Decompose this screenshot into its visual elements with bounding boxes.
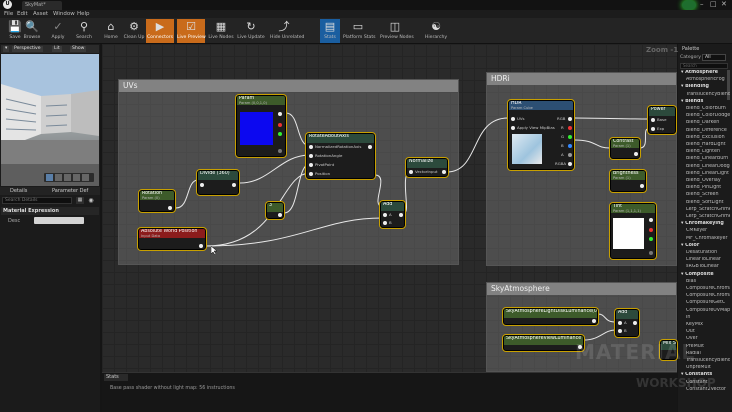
category-select[interactable]: All: [702, 54, 726, 61]
stats-panel: [102, 372, 677, 412]
node-param[interactable]: Param Param (0,0,1,0): [236, 95, 286, 157]
palette-item[interactable]: LinearToLinear: [686, 257, 730, 262]
palette-item[interactable]: Blend_LinearBurn: [686, 156, 730, 161]
palette-item[interactable]: MF_Chromakeyer: [686, 236, 730, 241]
node-add-sky[interactable]: Add A B: [615, 309, 639, 337]
palette-item[interactable]: Blend_Difference: [686, 128, 730, 133]
palette-item[interactable]: Blend_Screen: [686, 192, 730, 197]
node-brightness[interactable]: Brightness Param (1): [610, 170, 646, 192]
color-swatch-white: [613, 218, 644, 249]
palette-category[interactable]: ▾ Composite: [681, 272, 725, 277]
node-add[interactable]: Add A B: [380, 201, 405, 228]
node-hdr-cube[interactable]: HDR Param Cube UVs Apply View MipBias RGB…: [508, 100, 574, 170]
palette-item[interactable]: Lerp_ScratchGrime: [686, 207, 730, 212]
palette-item[interactable]: Blend_HardLight: [686, 142, 730, 147]
watermark-text: WORKSHOP: [636, 376, 716, 390]
palette-item[interactable]: UnpreMult: [686, 365, 730, 370]
node-constant-3[interactable]: 3: [266, 202, 284, 219]
palette-item[interactable]: Lerp_ScratchGrime2: [686, 214, 730, 219]
node-normalize[interactable]: Normalize VectorInput: [406, 158, 448, 177]
palette-item[interactable]: Blend_PinLight: [686, 185, 730, 190]
node-skyatmosphere-lightdisk[interactable]: SkyAtmosphereLightDiskLuminance(0): [503, 308, 598, 325]
palette-item[interactable]: sRGBToLinear: [686, 264, 730, 269]
node-skyatmosphere-viewluminance[interactable]: SkyAtmosphereViewLuminance: [503, 335, 584, 351]
palette-category[interactable]: ▾ Blending: [681, 84, 725, 89]
palette-item[interactable]: Blend_LinearDodge: [686, 164, 730, 169]
stats-message: Base pass shader without light map: 56 i…: [110, 386, 235, 391]
node-absolute-world-position[interactable]: Absolute World Position Input Data: [138, 228, 206, 250]
node-tint[interactable]: Tint Param (1,1,1,1): [610, 203, 656, 259]
palette-item[interactable]: Blend_Overlay: [686, 178, 730, 183]
node-rotation[interactable]: Rotation Param (0): [139, 190, 175, 212]
palette-category[interactable]: ▾ Chromakeying: [681, 221, 725, 226]
palette-item[interactable]: Blend_Lighten: [686, 149, 730, 154]
palette-item[interactable]: Blend_LinearLight: [686, 171, 730, 176]
category-label: Category: [680, 55, 701, 60]
palette-item[interactable]: ComposureUVMap: [686, 308, 730, 313]
node-power[interactable]: Power Base Exp: [648, 106, 676, 134]
palette-item[interactable]: Blend_Exclusion: [686, 135, 730, 140]
palette-item[interactable]: CMKeyer: [686, 228, 730, 233]
palette-item[interactable]: Blend_ColorBurn: [686, 106, 730, 111]
palette-item[interactable]: ComposureChroma: [686, 286, 730, 291]
hdr-preview-thumbnail: [512, 134, 542, 164]
palette-item[interactable]: Desaturation: [686, 250, 730, 255]
palette-item[interactable]: Blend_Darken: [686, 120, 730, 125]
mouse-cursor-icon: [211, 246, 218, 256]
palette-item[interactable]: AtmosphericFog: [686, 77, 730, 82]
palette-item[interactable]: In: [686, 315, 730, 320]
palette-category[interactable]: ▾ Blends: [681, 99, 725, 104]
palette-search-input[interactable]: Search: [680, 63, 728, 69]
color-swatch-blue: [240, 112, 273, 145]
node-contrast[interactable]: Contrast Param (1): [610, 138, 640, 159]
watermark-text: MATERIAL: [575, 340, 696, 364]
node-rotateaboutaxis[interactable]: RotateAboutAxis NormalizedRotationAxis R…: [306, 133, 375, 179]
tab-stats[interactable]: Stats: [104, 374, 128, 381]
palette-title: Palette: [682, 46, 700, 52]
palette-item[interactable]: Bias: [686, 279, 730, 284]
palette-item[interactable]: ComposureChroma2: [686, 293, 730, 298]
palette-item[interactable]: Blend_ColorDodge: [686, 113, 730, 118]
node-divide[interactable]: Divide (360): [197, 170, 239, 195]
palette-item[interactable]: Out: [686, 329, 730, 334]
palette-category[interactable]: ▾ Color: [681, 243, 725, 248]
palette-item[interactable]: Blend_SoftLight: [686, 200, 730, 205]
palette-category[interactable]: ▾ Atmosphere: [681, 70, 725, 75]
palette-item[interactable]: ComposureGetC: [686, 300, 730, 305]
palette-item[interactable]: TranslucencyBlend: [686, 92, 730, 97]
palette-item[interactable]: KeyMix: [686, 322, 730, 327]
